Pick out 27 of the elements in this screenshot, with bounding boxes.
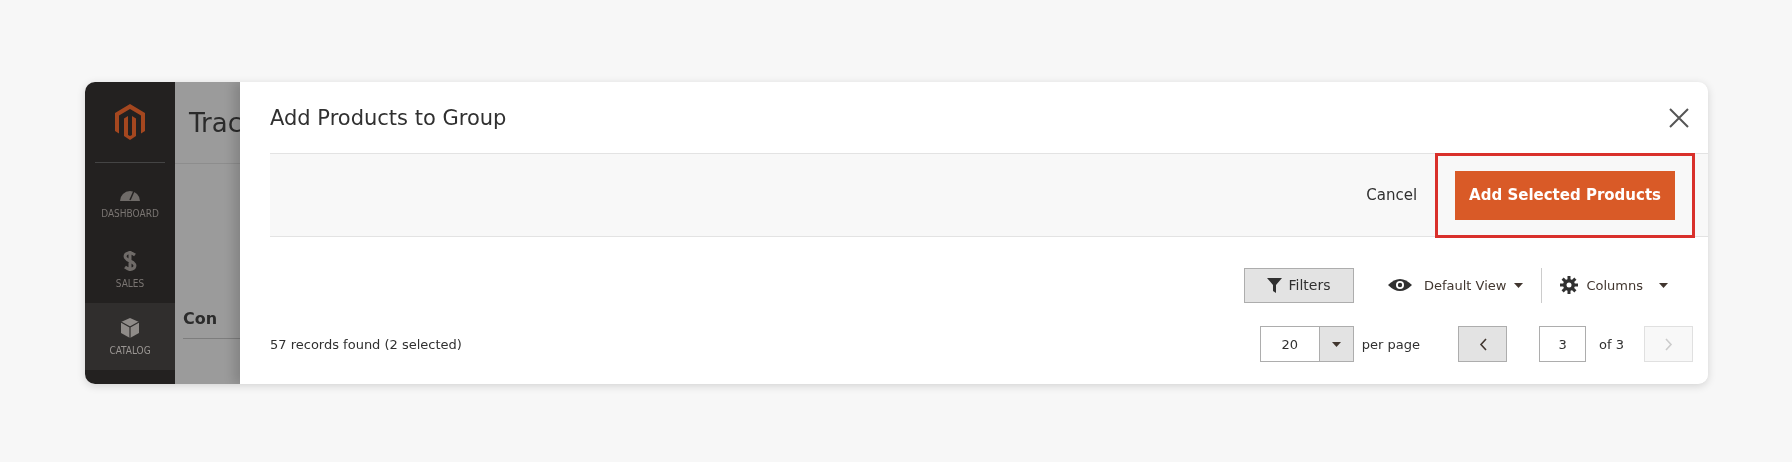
chevron-left-icon bbox=[1478, 337, 1487, 351]
dollar-icon bbox=[123, 250, 137, 272]
chevron-right-icon bbox=[1664, 337, 1673, 351]
cancel-button[interactable]: Cancel bbox=[1360, 185, 1424, 205]
filter-icon bbox=[1267, 277, 1283, 293]
per-page-select[interactable]: 20 bbox=[1259, 326, 1354, 362]
page-input[interactable]: 3 bbox=[1539, 326, 1587, 362]
box-icon bbox=[120, 317, 140, 339]
page-total: of 3 bbox=[1599, 336, 1624, 352]
gear-icon bbox=[1560, 276, 1579, 294]
nav-item[interactable]: DASHBOARD bbox=[85, 169, 175, 236]
columns-dropdown[interactable]: Columns bbox=[1560, 276, 1668, 294]
filters-button[interactable]: Filters bbox=[1243, 267, 1354, 303]
nav-item[interactable]: SALES bbox=[85, 236, 175, 303]
add-selected-button[interactable]: Add Selected Products bbox=[1455, 170, 1675, 220]
nav-item[interactable]: CATALOG bbox=[85, 303, 175, 370]
caret-icon bbox=[1659, 282, 1668, 288]
per-page-label: per page bbox=[1361, 336, 1421, 352]
caret-icon bbox=[1331, 341, 1341, 347]
close-button[interactable] bbox=[1668, 106, 1690, 129]
modal-title: Add Products to Group bbox=[270, 105, 507, 130]
logo-icon bbox=[115, 104, 145, 140]
dropdown-button[interactable] bbox=[1318, 327, 1353, 361]
view-dropdown[interactable]: Default View bbox=[1387, 277, 1524, 293]
records-count: 57 records found (2 selected) bbox=[270, 336, 462, 352]
eye-icon bbox=[1387, 278, 1412, 292]
caret-icon bbox=[1514, 282, 1524, 288]
